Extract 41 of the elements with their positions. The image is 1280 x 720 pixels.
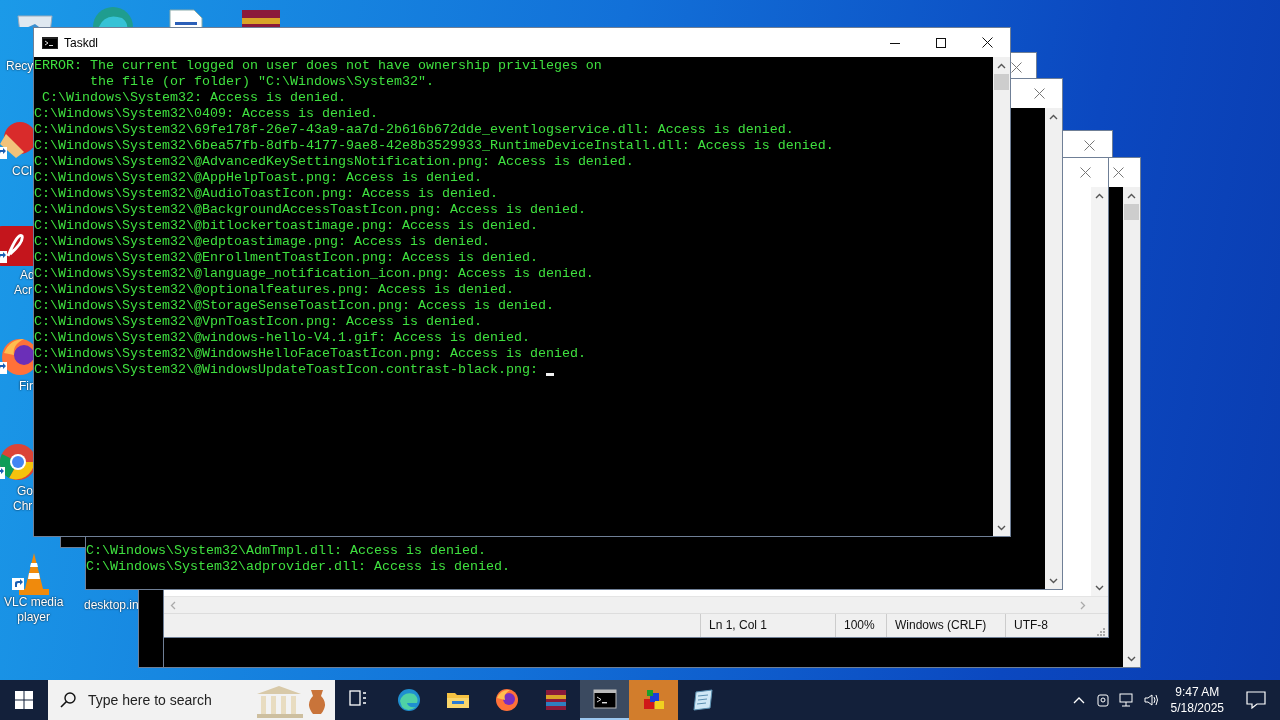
console-line: C:\Windows\System32\@EnrollmentToastIcon.png: Access is denied. <box>34 250 538 266</box>
status-text: 100% <box>835 614 886 637</box>
icon-label[interactable]: VLC media <box>4 595 64 610</box>
console-line: C:\Windows\System32\@optionalfeatures.png: Access is denied. <box>34 282 514 298</box>
window-title: Taskdl <box>64 35 98 50</box>
console-line: C:\Windows\System32\@AppHelpToast.png: Access is denied. <box>34 170 482 186</box>
icon-label[interactable]: desktop.in <box>84 598 139 613</box>
icon-label[interactable]: Go <box>17 484 33 499</box>
console-line: C:\Windows\System32\69fe178f-26e7-43a9-aa7d-2b616b672dde_eventlogservice.dll: Access is denied. <box>34 122 794 138</box>
clock-time: 9:47 AM <box>1175 684 1220 700</box>
console-line: C:\Windows\System32\0409: Access is denied. <box>34 106 378 122</box>
icon-label[interactable]: Chr <box>13 499 33 514</box>
console-line: the file (or folder) "C:\Windows\System32". <box>89 74 434 90</box>
icon-label[interactable]: Acr <box>14 283 32 298</box>
console-line: C:\Windows\System32\6bea57fb-8dfb-4177-9ae8-42e8b3529933_RuntimeDeviceInstall.dll: Access is denied. <box>34 138 834 154</box>
console-line: C:\Windows\System32\@bitlockertoastimage.png: Access is denied. <box>34 218 538 234</box>
console-line: C:\Windows\System32\@AudioToastIcon.png: Access is denied. <box>34 186 498 202</box>
clock-date: 5/18/2025 <box>1170 700 1224 716</box>
console-line: C:\Windows\System32\adprovider.dll: Access is denied. <box>86 559 510 575</box>
console-line: C:\Windows\System32\@AdvancedKeySettingsNotification.png: Access is denied. <box>34 154 634 170</box>
search-field[interactable]: Type here to search <box>48 680 335 720</box>
console-line: ERROR: The current logged on user does not have ownership privileges on <box>34 58 602 74</box>
console-line: C:\Windows\System32\@language_notification_icon.png: Access is denied. <box>34 266 594 282</box>
status-text: Ln 1, Col 1 <box>700 614 835 637</box>
status-text: UTF-8 <box>1005 614 1097 637</box>
icon-label[interactable]: CCl <box>12 164 32 179</box>
icon-label[interactable]: player <box>17 610 51 625</box>
icon-label[interactable]: Ad <box>20 268 35 283</box>
icon-label[interactable]: Recy <box>6 59 34 74</box>
console-line: C:\Windows\System32: Access is denied. <box>41 90 346 106</box>
console-line: C:\Windows\System32\@StorageSenseToastIcon.png: Access is denied. <box>34 298 554 314</box>
console-line: C:\Windows\System32\@edptoastimage.png: Access is denied. <box>34 234 490 250</box>
console-line: C:\Windows\System32\@windows-hello-V4.1.gif: Access is denied. <box>34 330 530 346</box>
clock[interactable]: 9:47 AM 5/18/2025 <box>1162 684 1232 716</box>
console-line: C:\Windows\System32\@WindowsUpdateToastIcon.contrast-black.png: <box>34 362 539 378</box>
console-line: C:\Windows\System32\@VpnToastIcon.png: Access is denied. <box>34 314 482 330</box>
console-line: C:\Windows\System32\@BackgroundAccessToastIcon.png: Access is denied. <box>34 202 586 218</box>
status-text: Windows (CRLF) <box>886 614 1005 637</box>
console-line: C:\Windows\System32\@WindowsHelloFaceToastIcon.png: Access is denied. <box>34 346 586 362</box>
console-line: C:\Windows\System32\AdmTmpl.dll: Access is denied. <box>86 543 486 559</box>
icon-label[interactable]: Fir <box>19 379 33 394</box>
